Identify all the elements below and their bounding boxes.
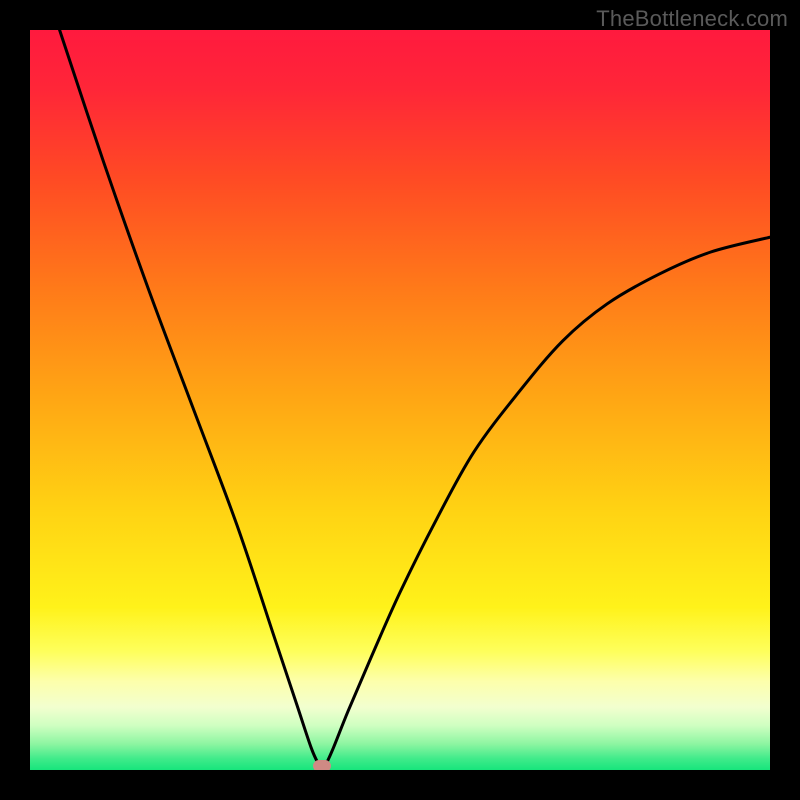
chart-frame: TheBottleneck.com <box>0 0 800 800</box>
watermark-text: TheBottleneck.com <box>596 6 788 32</box>
plot-area <box>30 30 770 770</box>
bottleneck-curve <box>60 30 770 769</box>
curve-layer <box>30 30 770 770</box>
optimal-point-marker <box>313 760 331 770</box>
